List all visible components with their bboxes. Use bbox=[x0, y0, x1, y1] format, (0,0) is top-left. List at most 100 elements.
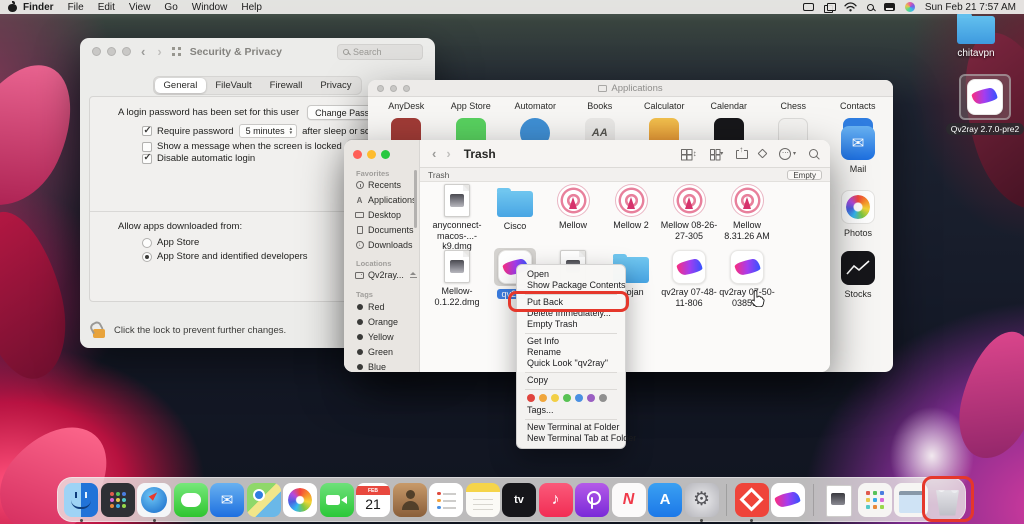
file-mellow-831[interactable]: Mellow 8.31.26 AM bbox=[717, 184, 777, 241]
app-label[interactable]: Chess bbox=[761, 101, 826, 111]
app-item-photos[interactable]: Photos bbox=[841, 190, 875, 238]
dock-downloads-stack[interactable] bbox=[894, 483, 928, 517]
app-label[interactable]: AnyDesk bbox=[374, 101, 439, 111]
app-label[interactable]: Books bbox=[568, 101, 633, 111]
app-label[interactable]: Calendar bbox=[697, 101, 762, 111]
tag-red[interactable] bbox=[527, 394, 535, 402]
apple-menu-icon[interactable] bbox=[8, 2, 17, 12]
sidebar-item-recents[interactable]: Recents bbox=[355, 180, 401, 190]
windows-icon[interactable] bbox=[824, 3, 834, 12]
dock-anydesk[interactable] bbox=[735, 483, 769, 517]
menu-go[interactable]: Go bbox=[164, 2, 177, 13]
tab-privacy[interactable]: Privacy bbox=[311, 78, 360, 93]
dock-podcasts[interactable] bbox=[575, 483, 609, 517]
dock-music[interactable]: ♪ bbox=[539, 483, 573, 517]
tab-filevault[interactable]: FileVault bbox=[206, 78, 260, 93]
sidebar-item-downloads[interactable]: ↓ Downloads bbox=[355, 240, 413, 250]
eject-icon[interactable] bbox=[410, 272, 417, 279]
tag-gray[interactable] bbox=[599, 394, 607, 402]
tag-yellow[interactable] bbox=[551, 394, 559, 402]
dock-finder[interactable] bbox=[64, 483, 98, 517]
menu-item-open[interactable]: Open bbox=[517, 269, 625, 280]
sidebar-tag-yellow[interactable]: Yellow bbox=[355, 332, 394, 342]
minimize-button[interactable] bbox=[367, 150, 376, 159]
sidebar-tag-red[interactable]: Red bbox=[355, 302, 385, 312]
spotlight-icon[interactable] bbox=[867, 4, 874, 11]
display-icon[interactable] bbox=[803, 3, 814, 11]
app-label[interactable]: Automator bbox=[503, 101, 568, 111]
app-label[interactable]: App Store bbox=[439, 101, 504, 111]
dock-news[interactable]: N bbox=[612, 483, 646, 517]
sidebar-tag-blue[interactable]: Blue bbox=[355, 362, 386, 372]
file-mellow-2[interactable]: Mellow 2 bbox=[601, 184, 661, 231]
zoom-button[interactable] bbox=[122, 47, 131, 56]
require-password-select[interactable]: 5 minutes ▲▼ bbox=[239, 124, 298, 138]
dock-facetime[interactable] bbox=[320, 483, 354, 517]
siri-icon[interactable] bbox=[905, 2, 915, 12]
unlocked-padlock-icon[interactable] bbox=[92, 322, 106, 338]
file-mellow[interactable]: Mellow bbox=[543, 184, 603, 231]
desktop-icon-qv2ray[interactable]: Qv2ray 2.7.0-pre2 bbox=[958, 74, 1012, 135]
dock-calendar[interactable]: FEB21 bbox=[356, 483, 390, 517]
menu-view[interactable]: View bbox=[129, 2, 151, 13]
app-item-mail[interactable]: ✉ Mail bbox=[841, 126, 875, 174]
app-label[interactable]: Contacts bbox=[826, 101, 891, 111]
dock-mail[interactable]: ✉ bbox=[210, 483, 244, 517]
dock-launchpad[interactable] bbox=[101, 483, 135, 517]
file-anyconnect-dmg[interactable]: anyconnect-macos-...-k9.dmg bbox=[427, 184, 487, 252]
show-message-checkbox[interactable] bbox=[142, 142, 152, 152]
dock-notes[interactable] bbox=[466, 483, 500, 517]
dock-app-store[interactable]: A bbox=[648, 483, 682, 517]
menu-item-quick-look[interactable]: Quick Look "qv2ray" bbox=[517, 358, 625, 369]
sidebar-item-applications[interactable]: A Applications bbox=[355, 195, 417, 205]
file-qv2ray-0748[interactable]: qv2ray 07-48-11-806 bbox=[659, 250, 719, 308]
close-button[interactable] bbox=[353, 150, 362, 159]
menu-item-new-terminal-tab[interactable]: New Terminal Tab at Folder bbox=[517, 433, 625, 444]
dock-contacts[interactable] bbox=[393, 483, 427, 517]
radio-app-store[interactable] bbox=[142, 238, 152, 248]
app-item-stocks[interactable]: Stocks bbox=[841, 251, 875, 299]
back-button[interactable]: ‹ bbox=[432, 147, 436, 160]
dock-trash[interactable] bbox=[931, 483, 965, 517]
close-button[interactable] bbox=[92, 47, 101, 56]
wifi-icon[interactable] bbox=[844, 2, 857, 12]
dock-safari[interactable] bbox=[137, 483, 171, 517]
tag-orange[interactable] bbox=[539, 394, 547, 402]
menu-item-copy[interactable]: Copy bbox=[517, 375, 625, 386]
tag-green[interactable] bbox=[563, 394, 571, 402]
menubar-clock[interactable]: Sun Feb 21 7:57 AM bbox=[925, 2, 1016, 13]
zoom-button[interactable] bbox=[381, 150, 390, 159]
forward-button[interactable]: › bbox=[446, 147, 450, 160]
dock-reminders[interactable] bbox=[429, 483, 463, 517]
menu-item-rename[interactable]: Rename bbox=[517, 347, 625, 358]
dock-disk-image-file[interactable] bbox=[821, 483, 855, 517]
menu-item-new-terminal[interactable]: New Terminal at Folder bbox=[517, 422, 625, 433]
menu-edit[interactable]: Edit bbox=[98, 2, 115, 13]
menu-item-show-package-contents[interactable]: Show Package Contents bbox=[517, 280, 625, 291]
tag-icon[interactable] bbox=[758, 149, 768, 159]
show-all-icon[interactable] bbox=[172, 47, 181, 56]
dock-tv[interactable]: tv bbox=[502, 483, 536, 517]
disable-auto-login-checkbox[interactable] bbox=[142, 154, 152, 164]
zoom-button[interactable] bbox=[403, 85, 410, 92]
require-password-checkbox[interactable] bbox=[142, 126, 152, 136]
more-actions-button[interactable]: ⋯ ▾ bbox=[779, 148, 796, 160]
search-icon[interactable] bbox=[809, 149, 818, 158]
close-button[interactable] bbox=[377, 85, 384, 92]
empty-trash-button[interactable]: Empty bbox=[787, 170, 822, 180]
share-icon[interactable] bbox=[736, 148, 746, 159]
sidebar-item-documents[interactable]: Documents bbox=[355, 225, 414, 235]
dock-maps[interactable] bbox=[247, 483, 281, 517]
keyboard-icon[interactable] bbox=[884, 3, 895, 11]
file-cisco-folder[interactable]: Cisco bbox=[485, 184, 545, 232]
file-mellow-dmg[interactable]: Mellow-0.1.22.dmg bbox=[427, 250, 487, 307]
menu-item-get-info[interactable]: Get Info bbox=[517, 336, 625, 347]
sidebar-tag-green[interactable]: Green bbox=[355, 347, 393, 357]
dock-applications-stack[interactable] bbox=[858, 483, 892, 517]
radio-identified-developers[interactable] bbox=[142, 252, 152, 262]
dock-qv2ray[interactable] bbox=[771, 483, 805, 517]
search-field[interactable]: Search bbox=[337, 44, 423, 60]
sidebar-tag-orange[interactable]: Orange bbox=[355, 317, 398, 327]
tag-blue[interactable] bbox=[575, 394, 583, 402]
menu-finder[interactable]: Finder bbox=[23, 2, 54, 13]
